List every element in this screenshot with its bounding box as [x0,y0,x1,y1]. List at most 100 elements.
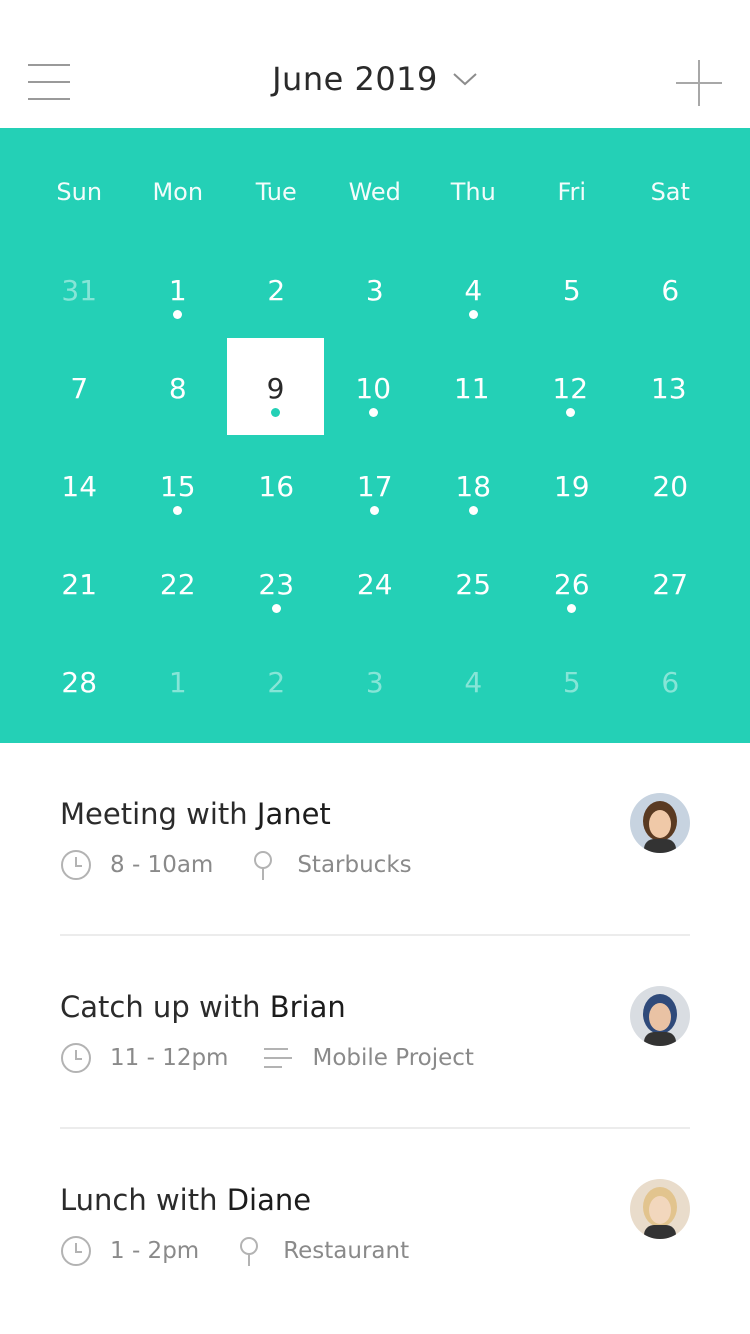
event-time: 1 - 2pm [110,1238,200,1264]
event-list-item[interactable]: Lunch with Diane 1 - 2pm Restaurant [60,1129,690,1322]
weekday-label: Thu [450,178,496,206]
clock-icon [60,1235,92,1267]
calendar-day[interactable]: 27 [621,534,720,632]
event-meta: 8 - 10am Starbucks [60,849,446,881]
day-number: 7 [70,372,89,405]
calendar-day[interactable]: 17 [326,436,425,534]
calendar-day[interactable]: 1 [129,240,228,338]
event-list-item[interactable]: Catch up with Brian 11 - 12pm Mobile Proje… [60,936,690,1129]
calendar-day[interactable]: 24 [326,534,425,632]
event-indicator-dot [370,506,380,515]
calendar-day[interactable]: 14 [30,436,129,534]
day-number: 1 [168,666,187,699]
calendar-day[interactable]: 8 [129,338,228,436]
event-detail: Mobile Project [312,1045,474,1071]
day-number: 21 [61,568,98,601]
event-indicator-dot [368,408,378,417]
day-number: 2 [267,274,286,307]
notes-icon [262,1042,294,1074]
calendar-day[interactable]: 13 [620,338,719,436]
avatar[interactable] [630,1179,690,1239]
add-event-plus-icon[interactable] [676,60,722,106]
day-number: 18 [455,470,492,503]
calendar-day[interactable]: 2 [227,240,326,338]
chevron-down-icon [453,73,477,86]
calendar-day[interactable]: 19 [523,436,622,534]
calendar-day[interactable]: 4 [424,632,523,730]
calendar-day[interactable]: 10 [324,338,423,436]
day-number: 12 [552,372,589,405]
event-title-prefix: Catch up with [60,990,261,1024]
event-indicator-dot [468,506,478,515]
calendar-day[interactable]: 23 [227,534,326,632]
calendar-day[interactable]: 4 [424,240,523,338]
event-list-item[interactable]: Meeting with Janet 8 - 10am Starbucks [60,743,690,936]
event-indicator-dot [468,310,478,319]
calendar-day[interactable]: 2 [227,632,326,730]
event-indicator-dot [271,604,281,613]
calendar-day[interactable]: 1 [129,632,228,730]
weekday-header-row: Sun Mon Tue Wed Thu Fri Sat [30,178,720,206]
event-person-name: Diane [226,1183,312,1217]
calendar-day[interactable]: 20 [621,436,720,534]
calendar-day[interactable]: 7 [30,338,129,436]
day-number: 2 [267,666,286,699]
month-title: June 2019 [272,60,438,98]
day-number: 10 [355,372,392,405]
day-number: 25 [455,568,492,601]
calendar-day[interactable]: 3 [326,632,425,730]
calendar-day[interactable]: 6 [621,240,720,338]
event-detail: Starbucks [297,852,412,878]
calendar-day[interactable]: 28 [30,632,129,730]
month-title-button[interactable]: June 2019 [272,60,478,98]
calendar-day[interactable]: 21 [30,534,129,632]
day-number: 1 [168,274,187,307]
day-number: 14 [61,470,98,503]
event-title: Meeting with Janet [60,797,331,831]
event-title-prefix: Meeting with [60,797,248,831]
weekday-label: Sat [650,178,690,206]
calendar-day[interactable]: 5 [523,632,622,730]
event-time: 11 - 12pm [110,1045,229,1071]
calendar-day[interactable]: 25 [424,534,523,632]
day-number: 5 [562,274,581,307]
event-time: 8 - 10am [110,852,214,878]
event-title: Catch up with Brian [60,990,346,1024]
event-detail: Restaurant [283,1238,410,1264]
calendar-week-row: 31 1 2 3 4 5 6 [30,240,720,338]
day-number: 26 [553,568,590,601]
day-number: 23 [258,568,295,601]
calendar-day[interactable]: 5 [523,240,622,338]
event-title-prefix: Lunch with [60,1183,218,1217]
calendar-day[interactable]: 26 [523,534,622,632]
day-number: 20 [652,470,689,503]
day-number: 6 [661,666,680,699]
calendar-day-selected[interactable]: 9 [227,338,324,435]
day-number: 22 [159,568,196,601]
calendar-day[interactable]: 15 [129,436,228,534]
event-indicator-dot [271,408,280,417]
calendar-day[interactable]: 16 [227,436,326,534]
calendar-day[interactable]: 11 [423,338,522,436]
calendar-day[interactable]: 22 [129,534,228,632]
day-number: 3 [365,666,384,699]
month-calendar: Sun Mon Tue Wed Thu Fri Sat 31 1 2 3 4 5 6 7 8 9 1… [0,128,750,743]
avatar[interactable] [630,986,690,1046]
day-number: 15 [159,470,196,503]
event-indicator-dot [567,604,577,613]
calendar-day[interactable]: 3 [326,240,425,338]
event-title: Lunch with Diane [60,1183,311,1217]
calendar-day[interactable]: 12 [521,338,620,436]
day-number: 4 [464,666,483,699]
event-person-name: Brian [269,990,346,1024]
event-person-name: Janet [256,797,331,831]
avatar[interactable] [630,793,690,853]
calendar-day[interactable]: 6 [621,632,720,730]
calendar-days-grid: 31 1 2 3 4 5 6 7 8 9 10 11 12 13 14 15 16 17 18 19 20 21 22 23 2… [30,240,720,730]
day-number: 4 [464,274,483,307]
calendar-day[interactable]: 31 [30,240,129,338]
calendar-week-row: 7 8 9 10 11 12 13 [30,338,720,436]
event-indicator-dot [173,310,183,319]
day-number: 27 [652,568,689,601]
calendar-day[interactable]: 18 [424,436,523,534]
